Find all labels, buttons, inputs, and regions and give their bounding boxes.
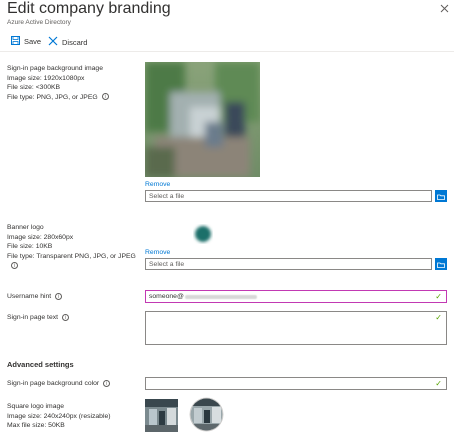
square-logo-preview	[145, 399, 178, 432]
signin-text-row: Sign-in page text i	[7, 313, 70, 323]
bg-image-size: Image size: 1920x1080px	[7, 74, 85, 82]
bg-image-info: Sign-in page background image Image size…	[7, 64, 109, 102]
square-logo-round-preview	[189, 397, 224, 432]
bg-color-row: Sign-in page background color i	[7, 379, 111, 389]
folder-icon	[437, 255, 445, 273]
banner-logo-file-input[interactable]: Select a file	[145, 258, 432, 270]
advanced-settings-heading: Advanced settings	[7, 360, 74, 369]
username-hint-input[interactable]: someone@ ✓	[145, 290, 447, 303]
save-button[interactable]: Save	[11, 36, 41, 47]
banner-logo-file-size: File size: 10KB	[7, 243, 53, 251]
bg-image-remove-link[interactable]: Remove	[145, 181, 170, 188]
checkmark-icon: ✓	[435, 313, 442, 322]
bg-color-label: Sign-in page background color	[7, 380, 100, 387]
close-icon[interactable]	[440, 3, 449, 15]
banner-logo-file-type: File type: Transparent PNG, JPG, or JPEG	[7, 252, 136, 260]
info-icon[interactable]: i	[101, 93, 109, 101]
discard-icon	[48, 36, 58, 48]
bg-image-file-placeholder: Select a file	[149, 192, 185, 200]
banner-logo-size: Image size: 280x60px	[7, 233, 74, 241]
banner-logo-browse-button[interactable]	[435, 258, 447, 270]
square-logo-file-size: Max file size: 50KB	[7, 422, 65, 430]
checkmark-icon: ✓	[435, 292, 442, 301]
info-icon[interactable]: i	[62, 313, 70, 321]
bg-image-file-size: File size: <300KB	[7, 84, 61, 92]
info-icon[interactable]: i	[103, 379, 111, 387]
square-logo-size: Image size: 240x240px (resizable)	[7, 412, 111, 420]
bg-image-file-input[interactable]: Select a file	[145, 190, 432, 202]
banner-logo-remove-link[interactable]: Remove	[145, 249, 170, 256]
bg-image-browse-button[interactable]	[435, 190, 447, 202]
discard-label: Discard	[62, 37, 88, 47]
info-icon[interactable]: i	[55, 292, 63, 300]
discard-button[interactable]: Discard	[48, 36, 87, 48]
checkmark-icon: ✓	[435, 379, 442, 388]
banner-logo-info: Banner logo Image size: 280x60px File si…	[7, 223, 136, 271]
signin-text-label: Sign-in page text	[7, 314, 59, 321]
page-title: Edit company branding	[7, 0, 171, 17]
save-label: Save	[24, 37, 42, 46]
username-hint-label: Username hint	[7, 293, 52, 300]
info-icon[interactable]: i	[11, 262, 18, 270]
bg-image-preview	[145, 62, 260, 177]
username-hint-value: someone@	[149, 293, 184, 300]
toolbar-divider	[0, 51, 454, 52]
square-logo-info: Square logo image Image size: 240x240px …	[7, 402, 111, 431]
banner-logo-label: Banner logo	[7, 224, 44, 231]
page-subtitle: Azure Active Directory	[7, 19, 71, 26]
redacted-email	[184, 294, 257, 299]
bg-image-file-type: File type: PNG, JPG, or JPEG	[7, 93, 98, 101]
banner-logo-file-placeholder: Select a file	[149, 260, 185, 268]
banner-logo-preview	[192, 223, 214, 245]
username-hint-row: Username hint i	[7, 292, 63, 302]
bg-image-label: Sign-in page background image	[7, 65, 103, 72]
save-icon	[11, 36, 20, 47]
signin-text-area[interactable]: ✓	[145, 311, 447, 345]
bg-color-input[interactable]: ✓	[145, 377, 447, 390]
folder-icon	[437, 187, 445, 205]
square-logo-label: Square logo image	[7, 403, 65, 410]
